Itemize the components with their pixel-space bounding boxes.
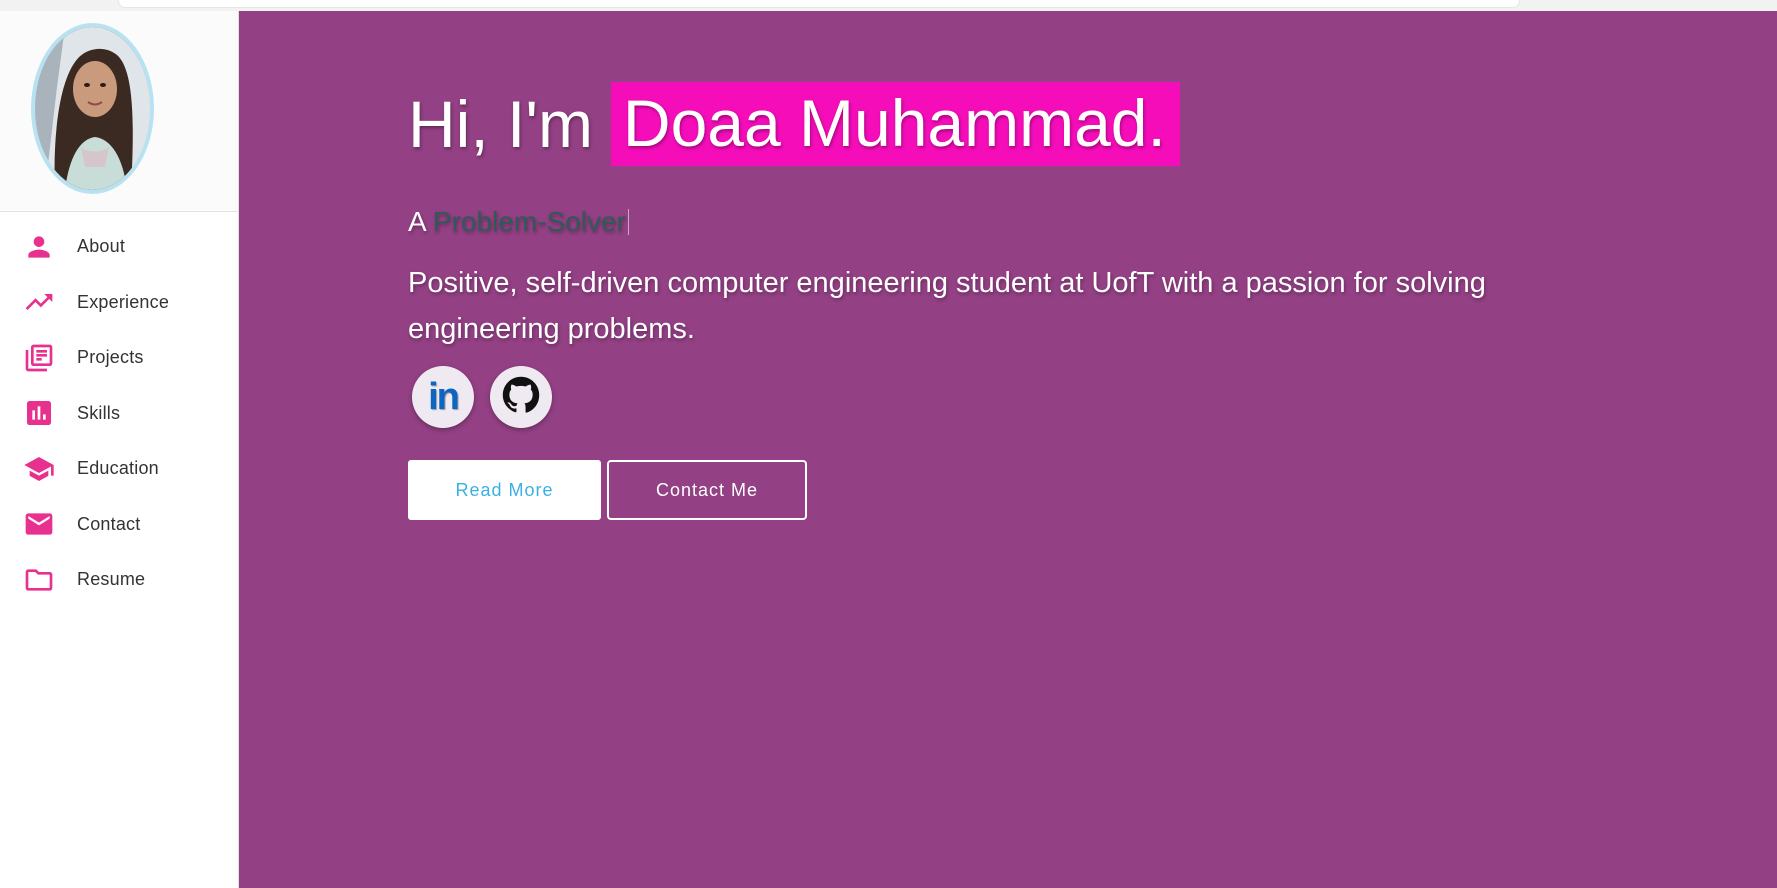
hero-section: Hi, I'm Doaa Muhammad. A Problem-Solver … [239,11,1777,888]
library-books-icon [22,343,56,373]
sidebar-item-label: Skills [77,402,121,423]
sidebar-item-label: Experience [77,291,170,312]
address-bar-edge [118,0,1520,8]
contact-me-button[interactable]: Contact Me [607,460,807,520]
social-links: in [408,366,1608,428]
github-link[interactable] [490,366,552,428]
linkedin-link[interactable]: in [412,366,474,428]
intro-text: Positive, self-driven computer engineeri… [408,267,1486,345]
sidebar-item-label: Contact [77,513,141,534]
sidebar-item-experience[interactable]: Experience [0,275,238,331]
sidebar-nav: About Experience Projects Skills Educati… [0,219,238,608]
sidebar-item-about[interactable]: About [0,219,238,275]
linkedin-icon: in [428,375,460,418]
tagline-prefix: A [408,206,426,237]
sidebar-item-label: Education [77,458,159,479]
avatar [31,23,154,194]
trending-up-icon [22,287,56,317]
tagline: A Problem-Solver [408,206,1608,238]
greeting-prefix: Hi, I'm [408,87,593,161]
typing-cursor [627,209,629,235]
profile-area [0,11,238,212]
bar-chart-icon [22,398,56,428]
graduation-cap-icon [22,454,56,484]
greeting-heading: Hi, I'm Doaa Muhammad. [408,82,1608,166]
sidebar-item-label: Resume [77,569,146,590]
sidebar-item-projects[interactable]: Projects [0,330,238,386]
mail-icon [22,509,56,539]
read-more-button[interactable]: Read More [408,460,601,520]
sidebar-item-skills[interactable]: Skills [0,386,238,442]
hero-content: Hi, I'm Doaa Muhammad. A Problem-Solver … [408,82,1608,520]
folder-icon [22,565,56,595]
sidebar: About Experience Projects Skills Educati… [0,11,239,888]
sidebar-item-label: Projects [77,347,144,368]
sidebar-item-education[interactable]: Education [0,441,238,497]
tagline-role: Problem-Solver [432,206,626,237]
hero-buttons: Read More Contact Me [408,460,1608,520]
name-highlight: Doaa Muhammad. [610,82,1180,166]
sidebar-item-label: About [77,236,126,257]
github-icon [502,376,540,419]
person-icon [22,232,56,262]
sidebar-item-resume[interactable]: Resume [0,552,238,608]
sidebar-item-contact[interactable]: Contact [0,497,238,553]
